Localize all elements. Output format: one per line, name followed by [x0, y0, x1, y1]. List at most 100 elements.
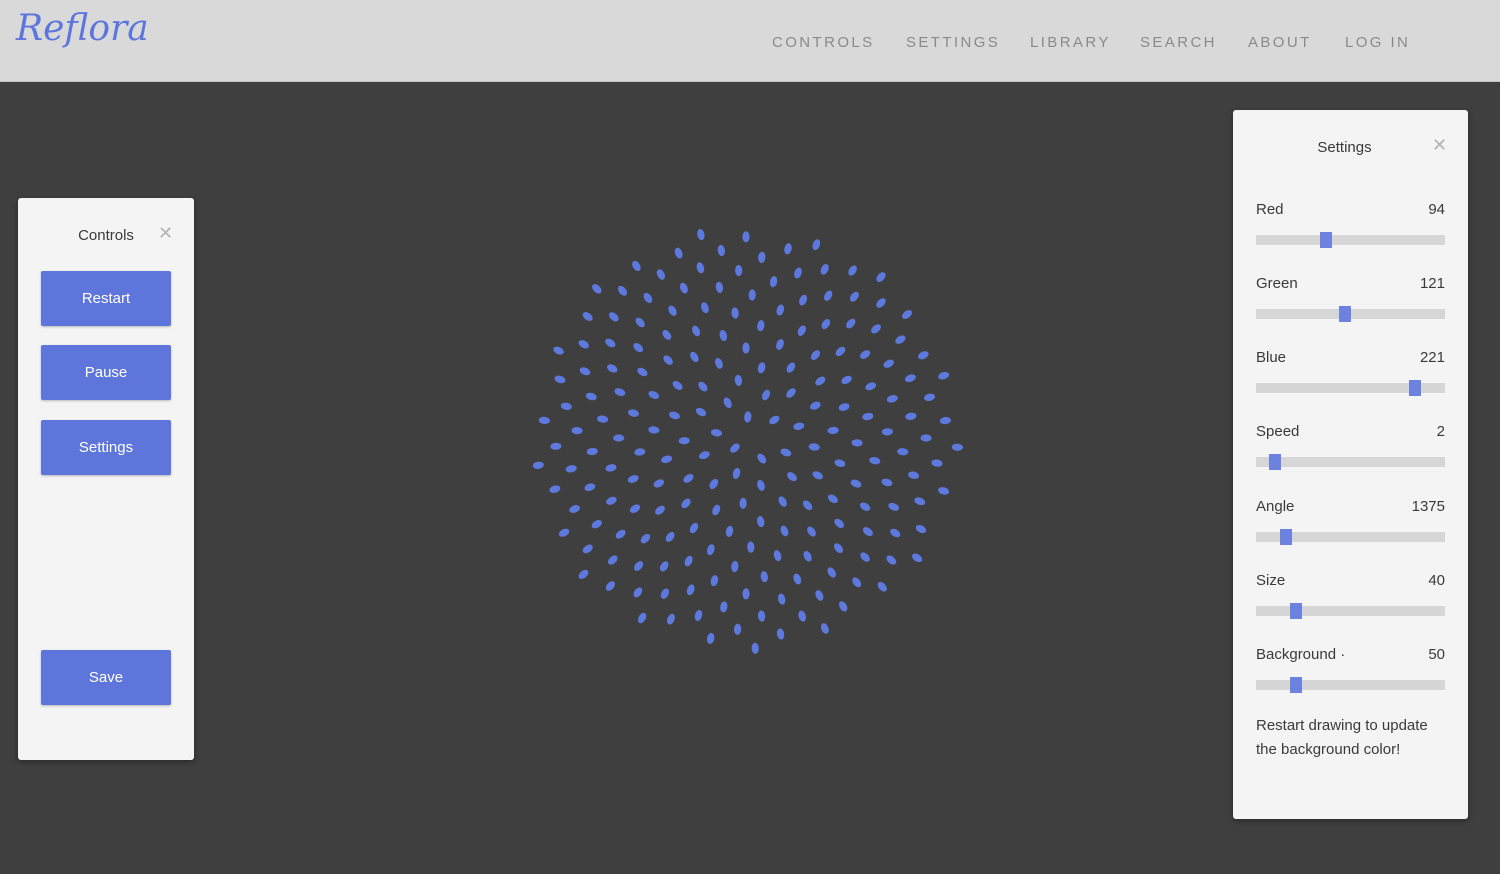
flower-petal: [786, 388, 796, 398]
flower-petal: [890, 528, 901, 538]
angle-slider[interactable]: [1256, 529, 1445, 545]
setting-value: 40: [1428, 572, 1445, 589]
flower-petal: [912, 553, 923, 563]
flower-petal: [835, 346, 846, 357]
flower-petal: [666, 613, 675, 625]
flower-petal: [635, 317, 645, 328]
flower-petal: [717, 244, 725, 257]
slider-thumb[interactable]: [1319, 232, 1332, 248]
restart-button[interactable]: Restart: [41, 271, 171, 326]
background-slider[interactable]: [1256, 677, 1445, 693]
flower-petal: [554, 375, 566, 384]
slider-thumb[interactable]: [1338, 306, 1351, 322]
flower-petal: [815, 590, 824, 601]
red-slider[interactable]: [1256, 232, 1445, 248]
flower-petal: [538, 416, 550, 425]
flower-petal: [821, 319, 831, 330]
flower-petal: [769, 276, 778, 288]
flower-petal: [632, 260, 641, 272]
flower-petal: [550, 442, 562, 450]
flower-petal: [613, 434, 625, 442]
setting-label: Size: [1256, 572, 1286, 589]
flower-petal: [668, 305, 677, 316]
flower-petal: [888, 502, 899, 511]
flower-petal: [627, 475, 639, 483]
green-slider[interactable]: [1256, 306, 1445, 322]
flower-petal: [672, 381, 683, 390]
flower-petal: [730, 443, 740, 453]
slider-thumb[interactable]: [1268, 454, 1281, 470]
flower-petal: [608, 555, 618, 565]
flower-petal: [614, 388, 626, 396]
flower-petal: [697, 229, 705, 241]
flower-petal: [938, 371, 950, 380]
slider-thumb[interactable]: [1408, 380, 1421, 396]
flower-petal: [757, 453, 767, 464]
save-button[interactable]: Save: [41, 650, 171, 705]
pause-button[interactable]: Pause: [41, 345, 171, 400]
flower-petal: [786, 362, 796, 373]
flower-petal: [784, 243, 792, 255]
flower-petal: [684, 555, 693, 567]
flower-petal: [778, 496, 787, 507]
nav-item-search[interactable]: SEARCH: [1140, 34, 1217, 51]
flower-petal: [793, 422, 805, 431]
flower-petal: [723, 397, 732, 409]
flower-petal: [827, 567, 836, 578]
flower-petal: [849, 291, 859, 302]
flower-petal: [663, 355, 673, 365]
flower-petal: [660, 588, 670, 599]
blue-slider[interactable]: [1256, 380, 1445, 396]
flower-petal: [627, 409, 640, 417]
slider-thumb[interactable]: [1289, 677, 1302, 693]
size-slider[interactable]: [1256, 603, 1445, 619]
flower-petal: [761, 389, 771, 401]
flower-petal: [607, 364, 618, 373]
flower-petal: [931, 459, 943, 467]
flower-petal: [951, 443, 963, 451]
flower-petal: [661, 455, 673, 464]
flower-petal: [938, 487, 950, 495]
nav-item-settings[interactable]: SETTINGS: [906, 34, 1000, 51]
flower-petal: [881, 428, 893, 436]
flower-petal: [569, 505, 580, 513]
nav-item-login[interactable]: LOG IN: [1345, 34, 1410, 51]
slider-thumb[interactable]: [1280, 529, 1293, 545]
flower-petal: [834, 518, 844, 529]
flower-petal: [908, 471, 920, 479]
flower-petal: [733, 623, 742, 635]
flower-petal: [615, 529, 626, 539]
flower-petal: [695, 407, 707, 417]
flower-petal: [751, 642, 759, 654]
settings-button[interactable]: Settings: [41, 420, 171, 475]
flower-petal: [592, 284, 602, 294]
slider-thumb[interactable]: [1289, 603, 1302, 619]
nav-item-about[interactable]: ABOUT: [1248, 34, 1312, 51]
flower-petal: [698, 381, 708, 392]
flower-petal: [776, 339, 784, 350]
flower-petal: [838, 403, 850, 411]
speed-slider[interactable]: [1256, 454, 1445, 470]
flower-petal: [810, 401, 821, 410]
flower-petal: [678, 437, 690, 445]
flower-petal: [665, 531, 675, 542]
close-icon[interactable]: ✕: [158, 224, 173, 242]
flower-petal: [841, 375, 852, 385]
flower-petal: [633, 587, 643, 598]
flower-petal: [648, 426, 660, 434]
flower-petal: [692, 325, 701, 337]
nav-item-controls[interactable]: CONTROLS: [772, 34, 875, 51]
flower-petal: [815, 376, 826, 386]
flower-petal: [810, 350, 821, 360]
flower-petal: [865, 382, 877, 391]
controls-panel: Controls ✕ Restart Pause Settings Save: [18, 198, 194, 760]
flower-petal: [895, 335, 906, 344]
nav-item-library[interactable]: LIBRARY: [1030, 34, 1111, 51]
flower-petal: [735, 264, 743, 277]
close-icon[interactable]: ✕: [1432, 136, 1447, 154]
flower-petal: [812, 471, 823, 480]
flower-petal: [690, 351, 699, 363]
flower-petal: [839, 601, 848, 612]
flower-petal: [571, 426, 583, 435]
main-nav: CONTROLS SETTINGS LIBRARY SEARCH ABOUT L…: [0, 34, 1500, 54]
